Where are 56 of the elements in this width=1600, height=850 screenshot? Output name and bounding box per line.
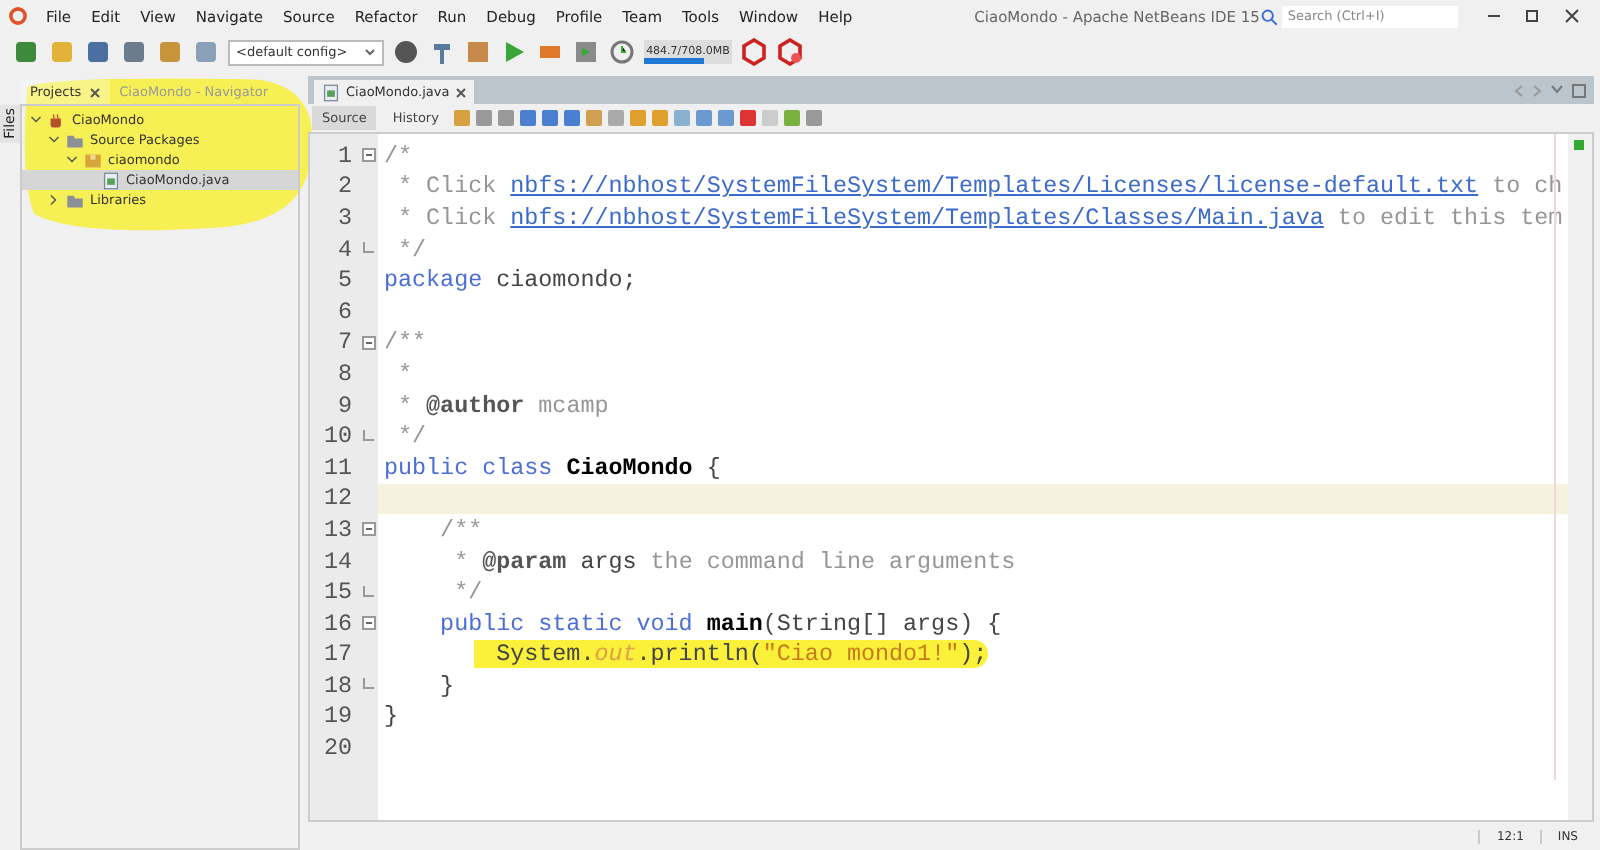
line-number: 8: [337, 359, 354, 388]
line-number: 16: [323, 609, 354, 638]
code-line: /**: [438, 515, 483, 544]
chevron-down-icon[interactable]: [1550, 83, 1564, 93]
code-line: }: [382, 702, 399, 731]
line-number: 9: [337, 391, 354, 420]
globe-icon[interactable]: [392, 38, 420, 66]
code-line: }: [438, 671, 455, 700]
chevron-right-icon[interactable]: [48, 194, 60, 206]
line-number: 7: [337, 328, 354, 357]
code-line: * Click nbfs://nbhost/SystemFileSystem/Templates/Licenses/license-default.txt to ch: [396, 172, 1563, 201]
chevron-down-icon[interactable]: [364, 46, 376, 58]
line-number: 10: [323, 422, 354, 451]
code-line: * @param args the command line arguments: [452, 547, 1016, 576]
line-number: 1: [337, 141, 354, 170]
line-number: 19: [323, 702, 354, 731]
code-line: *: [396, 359, 413, 388]
java-file-icon: [322, 83, 340, 101]
line-number: 6: [337, 297, 354, 326]
code-line: /**: [382, 328, 427, 357]
code-line: public static void main(String[] args) {: [438, 609, 1002, 638]
code-line: /*: [382, 141, 413, 170]
line-number: 11: [323, 453, 354, 482]
fold-icon[interactable]: [361, 335, 375, 350]
coffee-cup-icon: [48, 111, 66, 129]
line-number: 18: [323, 671, 354, 700]
code-line: * @author mcamp: [396, 391, 609, 420]
line-number: 12: [323, 484, 354, 513]
code-line: public class CiaoMondo {: [382, 453, 721, 482]
java-file-icon: [102, 171, 120, 189]
clock-icon[interactable]: [608, 38, 636, 66]
line-number: 4: [337, 235, 354, 264]
fold-icon[interactable]: [361, 148, 375, 163]
fold-icon[interactable]: [361, 616, 375, 631]
code-line: */: [452, 578, 483, 607]
line-number: 3: [337, 203, 354, 232]
close-icon[interactable]: [455, 87, 466, 97]
close-icon[interactable]: [89, 87, 100, 97]
folder-icon: [66, 131, 84, 149]
line-number: 20: [323, 734, 354, 763]
fold-icon[interactable]: [361, 522, 375, 537]
code-line: */: [396, 422, 427, 451]
status-marker-icon: [1574, 140, 1584, 150]
line-number: 17: [323, 640, 354, 669]
run-icon[interactable]: [500, 38, 528, 66]
search-icon: [1259, 7, 1278, 25]
code-line: */: [396, 235, 427, 264]
line-number: 2: [337, 172, 354, 201]
link[interactable]: nbfs://nbhost/SystemFileSystem/Templates/Licenses/license-default.txt: [510, 172, 1479, 201]
line-number: 15: [323, 578, 354, 607]
line-number: 5: [337, 266, 354, 295]
code-line: package ciaomondo;: [382, 266, 637, 295]
line-number: 13: [323, 515, 354, 544]
app-logo-icon: [8, 6, 28, 26]
link[interactable]: nbfs://nbhost/SystemFileSystem/Templates/Classes/Main.java: [510, 203, 1324, 232]
line-number: 14: [323, 547, 354, 576]
